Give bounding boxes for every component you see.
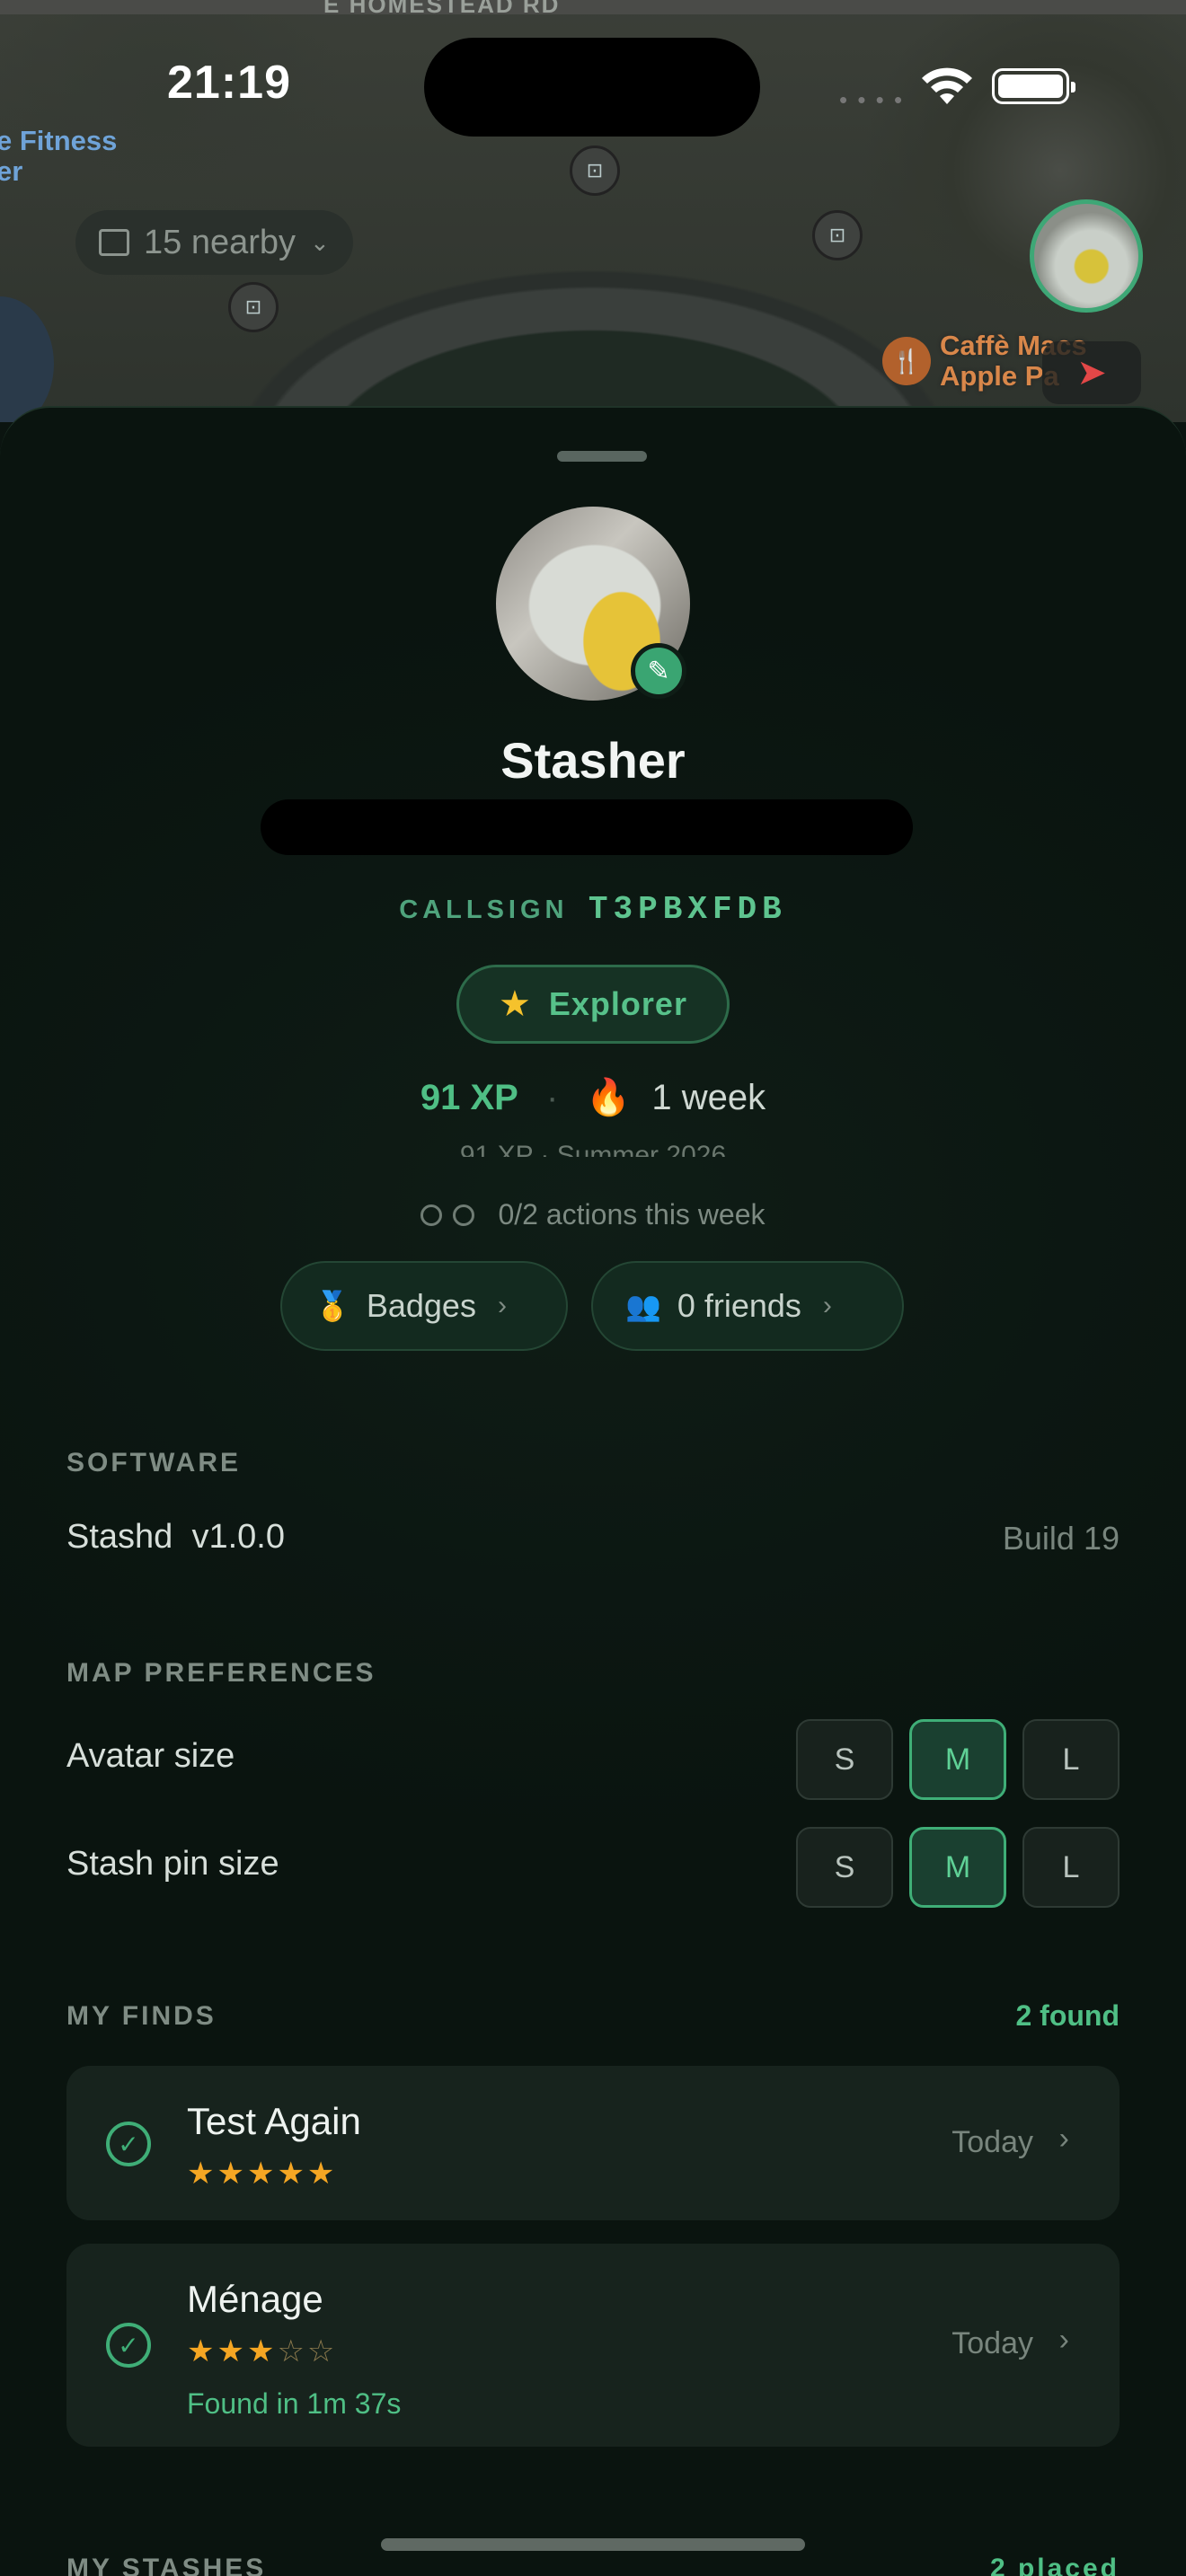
chevron-right-icon: › [497,1291,507,1320]
cellular-dots-icon: • • • • [839,86,905,113]
flame-icon: 🔥 [586,1078,632,1117]
stash-pin-size-l[interactable]: L [1022,1827,1120,1908]
xp-line: 91 XP · 🔥 1 week [0,1076,1186,1118]
nearby-button[interactable]: 15 nearby ⌄ [75,210,353,275]
stars-filled: ★★★ [187,2334,278,2369]
build-number: Build 19 [1002,1520,1120,1557]
find-rating: ★★★★★ [187,2156,337,2192]
status-time: 21:19 [167,57,291,109]
location-arrow-icon[interactable]: ➤ [1042,341,1141,404]
avatar-size-label: Avatar size [66,1737,235,1775]
weekly-actions-label: 0/2 actions this week [498,1198,766,1231]
friends-button[interactable]: 👥 0 friends › [591,1261,904,1351]
chevron-right-icon: › [1058,2122,1069,2156]
weekly-actions: 0/2 actions this week [0,1198,1186,1231]
avatar-size-m[interactable]: M [909,1719,1006,1800]
progress-ring-icon [453,1204,475,1226]
find-rating: ★★★☆☆ [187,2333,337,2369]
profile-name: Stasher [500,732,686,789]
poi-fitness-label[interactable]: e Fitness er [0,126,117,187]
badges-label: Badges [366,1287,476,1324]
stash-marker[interactable]: ⊡ [570,146,620,196]
badges-button[interactable]: 🥇 Badges › [280,1261,568,1351]
people-icon: 👥 [625,1290,661,1322]
chevron-down-icon: ⌄ [310,228,330,256]
medal-icon: 🥇 [314,1290,350,1322]
found-duration: Found in 1m 37s [187,2387,402,2420]
stash-pin-size-s[interactable]: S [796,1827,893,1908]
avatar-size-s[interactable]: S [796,1719,893,1800]
season-line: 91 XP · Summer 2026 [459,1141,727,1157]
find-card[interactable]: ✓ Ménage ★★★☆☆ Found in 1m 37s Today › [66,2244,1120,2447]
edit-pencil-icon[interactable]: ✎ [631,643,686,699]
sheet-grabber[interactable] [557,451,647,462]
avatar-size-l[interactable]: L [1022,1719,1120,1800]
chevron-right-icon: › [1058,2323,1069,2357]
streak-value: 1 week [651,1078,766,1117]
lake [0,296,54,422]
star-icon: ★ [499,984,531,1024]
check-circle-icon: ✓ [106,2323,151,2368]
software-app: Stashd v1.0.0 [66,1518,285,1557]
home-indicator[interactable] [381,2538,805,2551]
callsign-code[interactable]: T3PBXFDB [589,891,787,928]
find-date: Today [951,2326,1033,2360]
wifi-icon [922,67,972,104]
stash-pin-size-m[interactable]: M [909,1827,1006,1908]
dynamic-island [424,38,760,137]
stars-filled: ★★★★★ [187,2157,338,2191]
xp-value: 91 XP [420,1078,518,1117]
nearby-label: 15 nearby [144,223,296,261]
finds-count[interactable]: 2 found [1015,1999,1120,2033]
stash-marker[interactable]: ⊡ [228,282,279,332]
rank-badge[interactable]: ★ Explorer [456,965,730,1044]
find-title: Ménage [187,2278,323,2320]
map-preferences-section-title: MAP PREFERENCES [66,1658,376,1688]
battery-icon [992,68,1075,104]
separator: · [545,1078,559,1117]
friends-label: 0 friends [677,1287,801,1324]
progress-ring-icon [420,1204,443,1226]
profile-sheet: ✎ Stasher CALLSIGN T3PBXFDB ★ Explorer 9… [0,406,1186,2576]
stash-pin-size-label: Stash pin size [66,1845,279,1883]
road-label: E HOMESTEAD RD [323,0,561,18]
callsign: CALLSIGN T3PBXFDB [0,891,1186,928]
stash-marker[interactable]: ⊡ [812,210,863,260]
app-name: Stashd [66,1518,173,1556]
road [0,0,1186,14]
rank-label: Explorer [548,985,687,1022]
stashes-count[interactable]: 2 placed [990,2551,1120,2576]
chevron-right-icon: › [822,1291,832,1320]
callsign-label: CALLSIGN [399,895,569,924]
user-avatar-pin[interactable] [1030,199,1143,313]
my-stashes-section-title: MY STASHES [66,2554,267,2576]
stars-empty: ☆☆ [277,2334,338,2369]
check-circle-icon: ✓ [106,2122,151,2166]
redacted-bar [261,799,913,855]
find-date: Today [951,2125,1033,2159]
my-finds-section-title: MY FINDS [66,2001,217,2031]
app-version: v1.0.0 [191,1518,285,1556]
find-card[interactable]: ✓ Test Again ★★★★★ Today › [66,2066,1120,2220]
fork-knife-icon: 🍴 [882,337,931,385]
software-section-title: SOFTWARE [66,1448,241,1478]
find-title: Test Again [187,2100,361,2142]
archive-icon [99,229,129,256]
